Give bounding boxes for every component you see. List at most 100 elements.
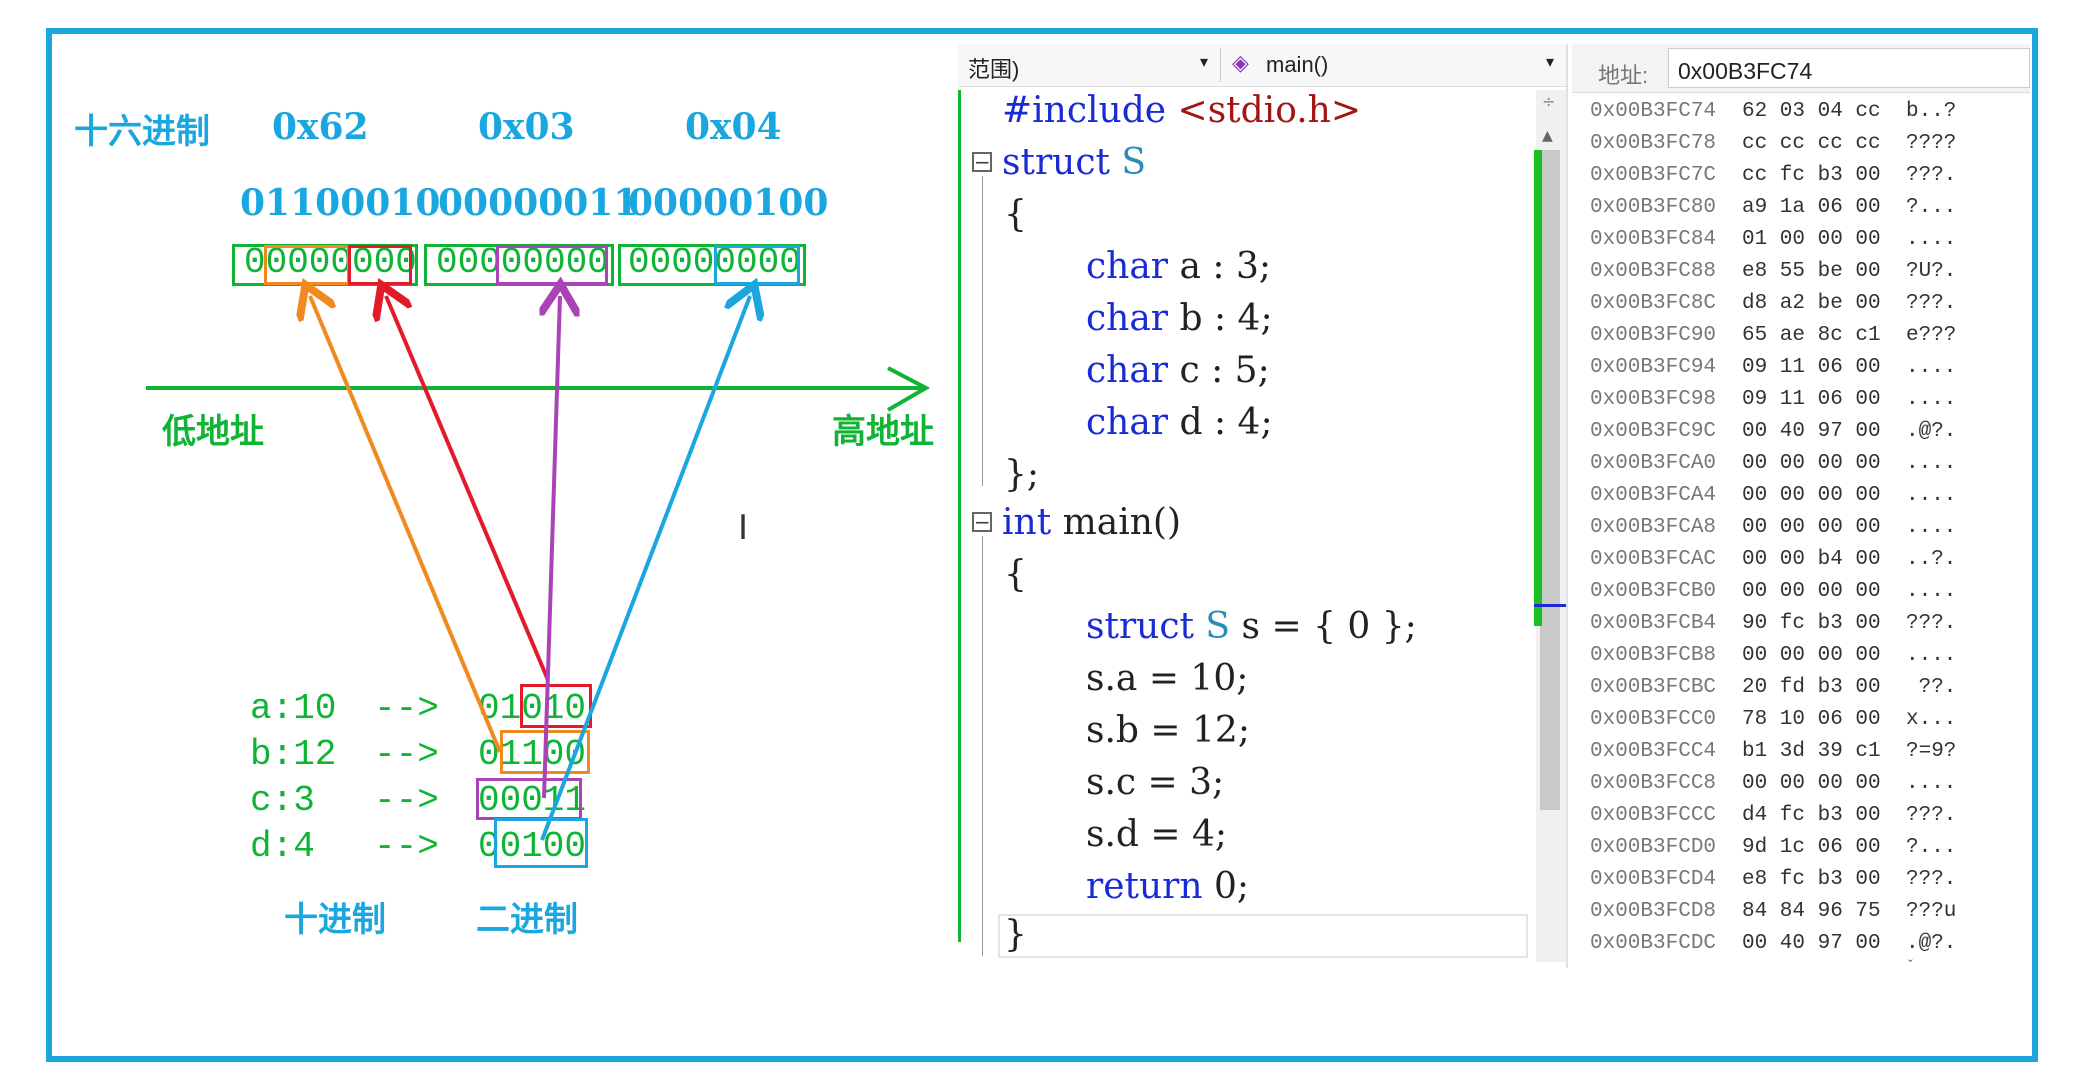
- memory-row-ascii: ???.: [1906, 612, 1957, 635]
- memory-row-bytes[interactable]: 09 11 06 00: [1742, 388, 1881, 411]
- memory-row-bytes[interactable]: e8 55 be 00: [1742, 260, 1881, 283]
- memory-row-ascii: ???.: [1906, 164, 1957, 187]
- memory-row-bytes[interactable]: 00 00 00 00: [1742, 644, 1881, 667]
- code-line-9: int main(): [1002, 502, 1182, 543]
- memory-row-bytes[interactable]: 00 40 97 00: [1742, 932, 1881, 955]
- memory-row-ascii: ....: [1906, 452, 1957, 475]
- collapse-struct-icon[interactable]: −: [972, 152, 992, 172]
- memory-row-bytes[interactable]: 00 00 00 00: [1742, 580, 1881, 603]
- memory-row-ascii: b..?: [1906, 100, 1957, 123]
- memory-row-address: 0x00B3FC90: [1590, 324, 1717, 347]
- memory-row-address: 0x00B3FCD0: [1590, 836, 1717, 859]
- memory-row-bytes[interactable]: e8 fc b3 00: [1742, 868, 1881, 891]
- memory-row-bytes[interactable]: 09 11 06 00: [1742, 356, 1881, 379]
- memory-row-ascii: ....: [1906, 516, 1957, 539]
- memory-row-address: 0x00B3FCA8: [1590, 516, 1717, 539]
- memory-row-address: 0x00B3FCD8: [1590, 900, 1717, 923]
- memory-row-bytes[interactable]: 9d 1c 06 00: [1742, 836, 1881, 859]
- memory-row-ascii: ???.: [1906, 292, 1957, 315]
- memory-row-ascii: ?U?.: [1906, 260, 1957, 283]
- memory-row-bytes[interactable]: cc cc cc cc: [1742, 132, 1881, 155]
- memory-row-ascii: ....: [1906, 228, 1957, 251]
- scroll-up-icon[interactable]: ▲: [1542, 128, 1553, 144]
- memory-row-bytes[interactable]: 00 00 00 00: [1742, 452, 1881, 475]
- code-line-4: char a : 3;: [1086, 246, 1271, 287]
- memory-row-bytes[interactable]: 20 fd b3 00: [1742, 676, 1881, 699]
- memory-row-bytes[interactable]: 00 40 97 00: [1742, 420, 1881, 443]
- split-icon[interactable]: ÷: [1542, 92, 1555, 111]
- memory-row-ascii: ???.: [1906, 804, 1957, 827]
- memory-row-address: 0x00B3FCA0: [1590, 452, 1717, 475]
- memory-row-ascii: ??.: [1906, 676, 1957, 699]
- memory-row-bytes[interactable]: 00 00 00 00: [1742, 516, 1881, 539]
- memory-row-address: 0x00B3FC7C: [1590, 164, 1717, 187]
- memory-row-bytes[interactable]: 65 ae 8c c1: [1742, 324, 1881, 347]
- memory-row-address: 0x00B3FC80: [1590, 196, 1717, 219]
- memory-row-ascii: x...: [1906, 708, 1957, 731]
- memory-row-bytes[interactable]: 00 00 00 00: [1742, 772, 1881, 795]
- code-line-13: s.b = 12;: [1086, 710, 1250, 751]
- diagram-arrows: [146, 0, 931, 841]
- function-dropdown[interactable]: main(): [1266, 52, 1328, 78]
- function-cube-icon: ◈: [1232, 50, 1249, 75]
- memory-row-bytes[interactable]: b1 3d 39 c1: [1742, 740, 1881, 763]
- memory-row-address: 0x00B3FC78: [1590, 132, 1717, 155]
- text-cursor-icon: I: [738, 508, 749, 548]
- memory-row-bytes[interactable]: 84 84 96 75: [1742, 900, 1881, 923]
- memory-row-address: 0x00B3FCCC: [1590, 804, 1717, 827]
- memory-row-ascii: ?...: [1906, 196, 1957, 219]
- memory-row-ascii: ..?.: [1906, 548, 1957, 571]
- collapse-main-icon[interactable]: −: [972, 512, 992, 532]
- function-dropdown-chevron-icon[interactable]: ▾: [1546, 52, 1554, 72]
- code-line-16: return 0;: [1086, 866, 1250, 907]
- arrow-a: [310, 296, 502, 753]
- memory-row-bytes[interactable]: a9 1a 06 00: [1742, 196, 1881, 219]
- memory-row-address: 0x00B3FCDC: [1590, 932, 1717, 955]
- editor-scroll-thumb[interactable]: [1540, 150, 1560, 810]
- memory-row-bytes[interactable]: d8 a2 be 00: [1742, 292, 1881, 315]
- memory-row-ascii: .@?.: [1906, 932, 1957, 955]
- code-line-14: s.c = 3;: [1086, 762, 1225, 803]
- code-line-12: s.a = 10;: [1086, 658, 1249, 699]
- memory-row-bytes[interactable]: 78 10 06 00: [1742, 708, 1881, 731]
- memory-row-address: 0x00B3FC98: [1590, 388, 1717, 411]
- code-line-7: char d : 4;: [1086, 402, 1273, 443]
- memory-row-bytes[interactable]: 90 fc b3 00: [1742, 612, 1881, 635]
- editor-left-gutter-line: [958, 90, 961, 942]
- current-line-highlight: [998, 914, 1528, 958]
- memory-row-bytes[interactable]: d4 fc b3 00: [1742, 804, 1881, 827]
- memory-row-address: 0x00B3FCB8: [1590, 644, 1717, 667]
- caret-position-marker: [1534, 604, 1566, 607]
- memory-row-address: 0x00B3FCC0: [1590, 708, 1717, 731]
- address-label: 地址:: [1598, 63, 1649, 88]
- memory-row-address: 0x00B3FCBC: [1590, 676, 1717, 699]
- scope-dropdown[interactable]: 范围): [968, 52, 1019, 84]
- scope-dropdown-chevron-icon[interactable]: ▾: [1200, 52, 1208, 72]
- memory-row-address: 0x00B3FC9C: [1590, 420, 1717, 443]
- memory-row-ascii: ???.: [1906, 868, 1957, 891]
- memory-row-bytes[interactable]: 01 00 00 00: [1742, 228, 1881, 251]
- code-line-2: struct S: [1002, 142, 1147, 183]
- memory-row-address: 0x00B3FC74: [1590, 100, 1717, 123]
- memory-row-address: 0x00B3FC84: [1590, 228, 1717, 251]
- change-tracking-bar: [1534, 150, 1542, 626]
- memory-row-ascii: ?=9?: [1906, 740, 1957, 763]
- memory-row-bytes[interactable]: 62 03 04 cc: [1742, 100, 1881, 123]
- arrow-d: [540, 296, 750, 841]
- arrow-c: [544, 296, 560, 799]
- memory-row-ascii: ???u: [1906, 900, 1957, 923]
- memory-row-bytes[interactable]: 00 00 b4 00: [1742, 548, 1881, 571]
- memory-row-bytes[interactable]: 00 00 00 00: [1742, 484, 1881, 507]
- memory-row-ascii: e???: [1906, 324, 1957, 347]
- navbar-divider: [1220, 48, 1221, 82]
- address-input-value: 0x00B3FC74: [1678, 58, 1813, 84]
- memory-row-address: 0x00B3FCB0: [1590, 580, 1717, 603]
- code-line-5: char b : 4;: [1086, 298, 1273, 339]
- memory-row-ascii: ....: [1906, 484, 1957, 507]
- code-line-10: {: [1004, 554, 1027, 595]
- memory-row-address: 0x00B3FC88: [1590, 260, 1717, 283]
- memory-row-address: 0x00B3FCAC: [1590, 548, 1717, 571]
- code-line-6: char c : 5;: [1086, 350, 1270, 391]
- memory-row-bytes[interactable]: cc fc b3 00: [1742, 164, 1881, 187]
- memory-row-ascii: ....: [1906, 388, 1957, 411]
